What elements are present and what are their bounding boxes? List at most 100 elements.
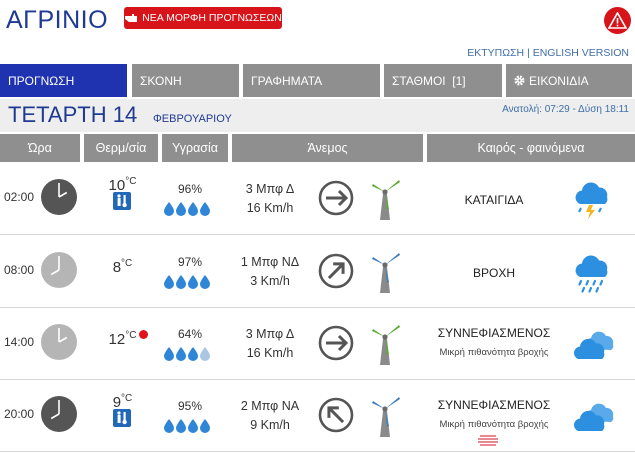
humidity-value: 95%	[177, 399, 203, 413]
wind-speed: 9 Km/h	[250, 418, 290, 432]
humidity-value: 64%	[177, 327, 203, 341]
forecast-time: 02:00	[4, 190, 35, 204]
city-title: ΑΓΡΙΝΙΟ	[6, 6, 109, 34]
clock-icon	[40, 178, 78, 221]
english-link[interactable]: ENGLISH VERSION	[533, 47, 629, 59]
wind-text: 2 Μπφ ΝΑ 9 Km/h	[235, 397, 305, 435]
humidity-drop-icon	[164, 419, 174, 433]
temperature-unit: °C	[125, 176, 137, 187]
tab-forecast-label: ΠΡΟΓΝΩΣΗ	[8, 73, 75, 88]
humidity-value: 96%	[177, 182, 203, 196]
humidity-drop-icon	[200, 202, 210, 216]
weather-subtext: Μικρή πιθανότητα βροχής	[439, 419, 549, 430]
new-format-button[interactable]: ΝΕΑ ΜΟΡΦΗ ΠΡΟΓΝΩΣΕΩΝ	[124, 7, 282, 29]
humidity-drop-icon	[188, 202, 198, 216]
cloudy-icon	[572, 327, 616, 368]
tab-icons[interactable]: ΕΙΚΟΝΙΔΙΑ	[506, 64, 632, 97]
col-header-time: Ώρα	[0, 134, 80, 162]
humidity-drops	[164, 275, 210, 289]
weather-condition: ΚΑΤΑΙΓΙΔΑ	[464, 193, 524, 207]
humidity-drop-icon	[164, 347, 174, 361]
link-separator: |	[527, 47, 530, 59]
humidity-drop-icon	[188, 419, 198, 433]
weather-condition: ΣΥΝΝΕΦΙΑΣΜΕΝΟΣ	[437, 326, 551, 340]
wind-direction-icon	[317, 252, 355, 295]
humidity-value: 97%	[177, 255, 203, 269]
hand-pointer-icon	[125, 14, 138, 22]
forecast-time: 08:00	[4, 263, 35, 277]
cloudy-icon	[572, 399, 616, 440]
wind-beaufort: 3 Μπφ Δ	[245, 182, 295, 196]
col-header-humidity: Υγρασία	[162, 134, 228, 162]
humidity-drop-icon	[176, 347, 186, 361]
tab-stations[interactable]: ΣΤΑΘΜΟΙ [1]	[384, 64, 502, 97]
humidity-drop-icon	[200, 347, 210, 361]
tab-icons-label: ΕΙΚΟΝΙΔΙΑ	[529, 73, 589, 88]
wind-turbine-icon	[368, 176, 402, 227]
forecast-row: 02:00 10°C 96% 3 Μπφ Δ 16 Km/h ΚΑΤΑΙΓΙΔΑ	[0, 162, 635, 235]
top-links: ΕΚΤΥΠΩΣΗ | ENGLISH VERSION	[467, 47, 629, 59]
wind-turbine-icon	[368, 249, 402, 300]
tab-stations-count: [1]	[452, 73, 466, 88]
temperature-unit: °C	[121, 393, 133, 404]
tab-charts[interactable]: ΓΡΑΦΗΜΑΤΑ	[243, 64, 380, 97]
wind-turbine-icon	[368, 321, 402, 372]
sunrise-sunset: Ανατολή: 07:29 - Δύση 18:11	[502, 104, 629, 115]
wind-direction-icon	[317, 179, 355, 222]
wind-direction-icon	[317, 324, 355, 367]
cold-icon	[113, 192, 131, 210]
fog-icon	[477, 433, 499, 451]
humidity-drops	[164, 202, 210, 216]
tab-stations-label: ΣΤΑΘΜΟΙ	[392, 73, 446, 88]
weather-subtext: Μικρή πιθανότητα βροχής	[439, 347, 549, 358]
weather-condition: ΒΡΟΧΗ	[472, 266, 515, 280]
clock-icon	[40, 395, 78, 438]
temperature-unit: °C	[121, 258, 133, 269]
humidity-drop-icon	[200, 275, 210, 289]
humidity-drop-icon	[176, 275, 186, 289]
warning-icon[interactable]	[604, 7, 631, 34]
clock-icon	[40, 251, 78, 294]
humidity-drop-icon	[188, 275, 198, 289]
day-title: ΤΕΤΑΡΤΗ 14	[8, 102, 138, 127]
wind-speed: 16 Km/h	[246, 201, 294, 215]
tab-dust[interactable]: ΣΚΟΝΗ	[132, 64, 239, 97]
wind-beaufort: 1 Μπφ ΝΔ	[240, 255, 300, 269]
humidity-drop-icon	[164, 275, 174, 289]
humidity-drop-icon	[164, 202, 174, 216]
wind-direction-icon	[317, 396, 355, 439]
col-header-temp: Θερμ/σία	[84, 134, 158, 162]
forecast-row: 08:00 8°C 97% 1 Μπφ ΝΔ 3 Km/h ΒΡΟΧΗ	[0, 235, 635, 308]
forecast-time: 14:00	[4, 335, 35, 349]
wind-beaufort: 2 Μπφ ΝΑ	[240, 399, 300, 413]
humidity-drops	[164, 347, 210, 361]
forecast-row: 14:00 12°C 64% 3 Μπφ Δ 16 Km/h ΣΥΝΝΕΦΙΑΣΜΕΝΟΣ…	[0, 307, 635, 380]
temperature-unit: °C	[125, 330, 137, 341]
tab-forecast[interactable]: ΠΡΟΓΝΩΣΗ	[0, 64, 127, 97]
wind-text: 1 Μπφ ΝΔ 3 Km/h	[235, 253, 305, 291]
tab-dust-label: ΣΚΟΝΗ	[140, 73, 182, 88]
warm-indicator-dot	[139, 330, 148, 339]
temperature: 8°C	[100, 258, 145, 276]
clock-icon	[40, 323, 78, 366]
temperature-value: 12	[108, 331, 126, 348]
humidity-drop-icon	[200, 419, 210, 433]
humidity-drop-icon	[176, 419, 186, 433]
wind-speed: 3 Km/h	[250, 274, 290, 288]
col-header-wind: Άνεμος	[232, 134, 423, 162]
new-format-label: ΝΕΑ ΜΟΡΦΗ ΠΡΟΓΝΩΣΕΩΝ	[142, 12, 282, 24]
wind-speed: 16 Km/h	[246, 346, 294, 360]
wind-text: 3 Μπφ Δ 16 Km/h	[235, 180, 305, 218]
wind-text: 3 Μπφ Δ 16 Km/h	[235, 325, 305, 363]
tab-charts-label: ΓΡΑΦΗΜΑΤΑ	[251, 73, 323, 88]
humidity-drop-icon	[188, 347, 198, 361]
thunderstorm-icon	[572, 178, 610, 225]
rain-icon	[572, 251, 612, 298]
print-link[interactable]: ΕΚΤΥΠΩΣΗ	[467, 47, 524, 59]
gear-icon	[514, 75, 525, 86]
humidity-drops	[164, 419, 210, 433]
cold-icon	[113, 409, 131, 427]
wind-turbine-icon	[368, 393, 402, 444]
month-label: ΦΕΒΡΟΥΑΡΙΟΥ	[153, 113, 232, 125]
col-header-weather: Καιρός - φαινόμενα	[427, 134, 635, 162]
